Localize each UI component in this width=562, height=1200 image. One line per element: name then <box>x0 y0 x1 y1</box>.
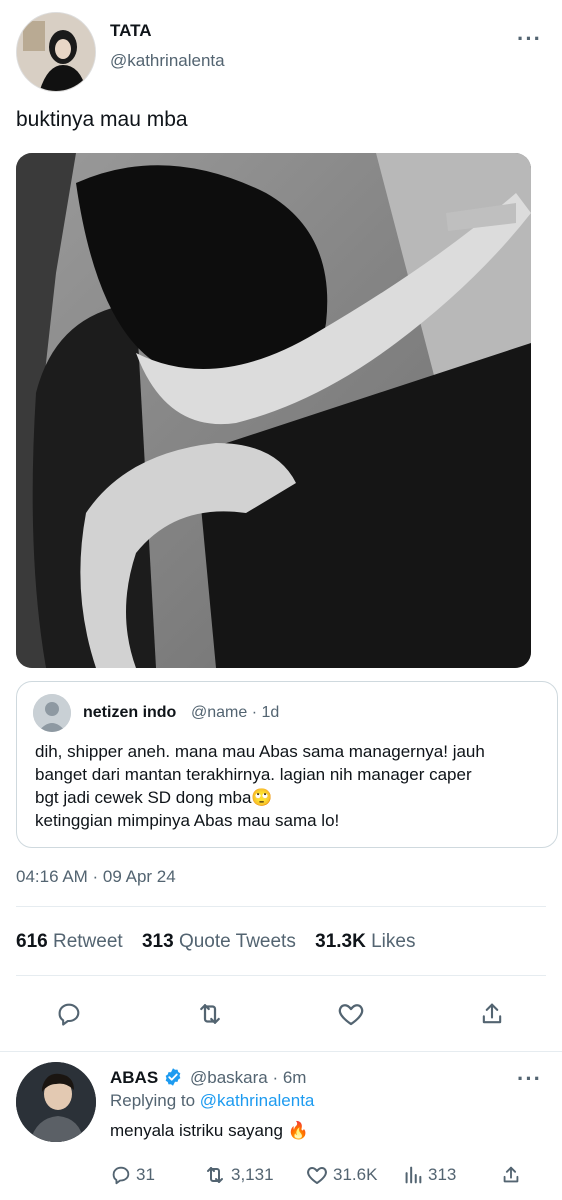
reply-text: menyala istriku sayang 🔥 <box>110 1121 309 1140</box>
author-name[interactable]: TATA <box>110 21 152 41</box>
reply-icon <box>112 1166 130 1185</box>
retweet-icon <box>200 1004 220 1024</box>
share-icon <box>482 1003 502 1024</box>
tweet-text: buktinya mau mba <box>16 108 188 131</box>
reply-author-name[interactable]: ABAS <box>110 1068 158 1088</box>
quoted-tweet[interactable]: netizen indo @name · 1d dih, shipper ane… <box>16 681 558 848</box>
author-handle[interactable]: @kathrinalenta <box>110 51 225 71</box>
reply-author-handle[interactable]: @baskara · 6m <box>190 1068 306 1088</box>
quote-label: Quote Tweets <box>178 931 296 952</box>
heart-icon <box>338 1004 364 1026</box>
views-icon <box>405 1166 422 1184</box>
replying-prefix: Replying to <box>110 1091 200 1110</box>
heart-icon <box>307 1167 327 1184</box>
retweet-count: 616 <box>16 931 48 952</box>
reply-like-count: 31.6K <box>333 1165 378 1184</box>
reply-like-button[interactable]: 31.6K <box>305 1163 377 1187</box>
quoted-meta: @name · 1d <box>191 704 280 721</box>
like-button[interactable] <box>335 998 367 1030</box>
retweet-count-link[interactable]: 616 Retweet <box>16 931 123 952</box>
quoted-text: dih, shipper aneh. mana mau Abas sama ma… <box>35 740 550 832</box>
quote-count: 313 <box>141 931 174 952</box>
share-icon <box>503 1166 519 1183</box>
reply-retweet-count: 3,131 <box>231 1165 274 1184</box>
tweet-photo[interactable] <box>16 153 531 668</box>
quoted-line: ketinggian mimpinya Abas mau sama lo! <box>35 811 340 830</box>
replying-to-link[interactable]: @kathrinalenta <box>200 1091 315 1110</box>
tweet-stats: 616 Retweet 313 Quote Tweets 31.3K Likes <box>16 931 429 953</box>
tweet-timestamp[interactable]: 04:16 AM · 09 Apr 24 <box>16 867 176 887</box>
quoted-name[interactable]: netizen indo <box>83 704 176 722</box>
quoted-line: dih, shipper aneh. mana mau Abas sama ma… <box>35 742 485 761</box>
reply-author-avatar[interactable] <box>16 1062 96 1142</box>
reply-reply-button[interactable]: 31 <box>110 1163 155 1187</box>
reply-button[interactable] <box>53 998 85 1030</box>
author-avatar[interactable] <box>16 12 96 92</box>
like-count-link[interactable]: 31.3K Likes <box>315 931 415 952</box>
like-label: Likes <box>371 931 416 952</box>
reply-icon <box>58 1003 80 1026</box>
retweet-label: Retweet <box>52 931 123 952</box>
quoted-line: bgt jadi cewek SD dong mba🙄 <box>35 788 273 807</box>
reply-share-button[interactable] <box>500 1163 526 1187</box>
reply-retweet-button[interactable]: 3,131 <box>203 1163 274 1187</box>
divider <box>0 1051 562 1052</box>
divider <box>16 975 546 976</box>
quote-count-link[interactable]: 313 Quote Tweets <box>142 931 296 952</box>
more-icon[interactable]: ··· <box>517 28 542 50</box>
reply-views-button[interactable]: 313 <box>402 1163 456 1187</box>
verified-badge-icon <box>165 1068 181 1086</box>
more-icon[interactable]: ··· <box>517 1068 542 1090</box>
divider <box>16 906 546 907</box>
replying-to: Replying to @kathrinalenta <box>110 1091 314 1111</box>
quoted-line: banget dari mantan terakhirnya. lagian n… <box>35 765 472 784</box>
quoted-avatar[interactable] <box>33 694 71 732</box>
like-count: 31.3K <box>315 931 366 952</box>
share-button[interactable] <box>476 998 508 1030</box>
retweet-icon <box>207 1167 223 1183</box>
reply-view-count: 313 <box>428 1165 457 1184</box>
retweet-button[interactable] <box>194 998 226 1030</box>
reply-reply-count: 31 <box>136 1165 155 1184</box>
